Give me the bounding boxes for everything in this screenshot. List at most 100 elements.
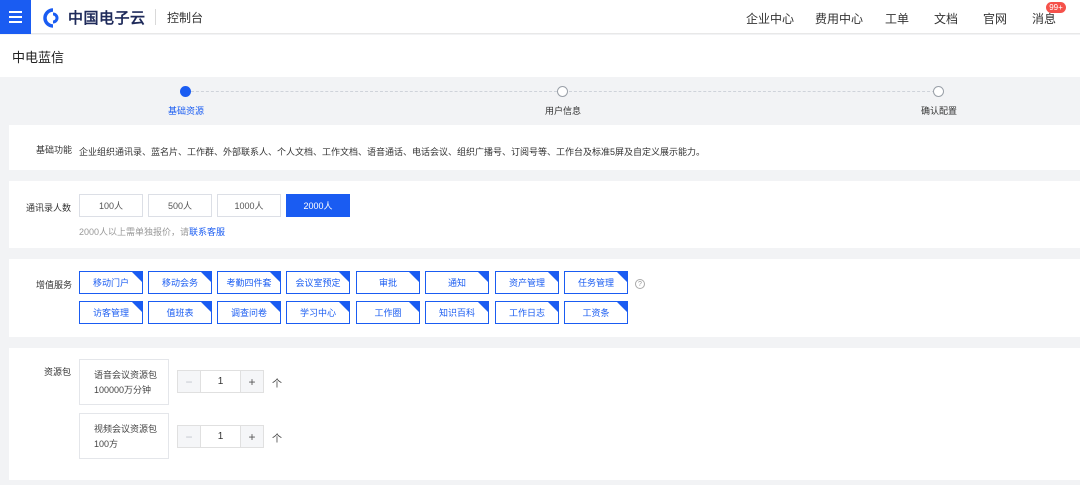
- service-label: 工作圈: [374, 308, 402, 318]
- selected-corner-icon: [617, 302, 627, 312]
- service-learning-center[interactable]: 学习中心: [286, 301, 350, 324]
- service-survey[interactable]: 调查问卷: [217, 301, 281, 324]
- service-notice[interactable]: 通知: [425, 271, 489, 294]
- page-title: 中电蓝信: [12, 50, 65, 65]
- service-attendance[interactable]: 考勤四件套: [217, 271, 281, 294]
- service-label: 审批: [378, 278, 397, 288]
- message-count-badge: 99+: [1046, 2, 1066, 13]
- selected-corner-icon: [339, 302, 349, 312]
- service-mobile-conference[interactable]: 移动会务: [148, 271, 212, 294]
- selected-corner-icon: [409, 302, 419, 312]
- nav-docs[interactable]: 文档: [934, 10, 958, 27]
- contacts-option-500[interactable]: 500人: [148, 194, 212, 217]
- service-label: 学习中心: [299, 308, 336, 318]
- service-label: 调查问卷: [230, 308, 267, 318]
- service-label: 会议室预定: [295, 278, 341, 288]
- service-label: 任务管理: [577, 278, 614, 288]
- logo[interactable]: 中国电子云: [42, 7, 146, 28]
- service-knowledge-base[interactable]: 知识百科: [425, 301, 489, 324]
- unit-label: 个: [272, 434, 282, 445]
- contacts-option-100[interactable]: 100人: [79, 194, 143, 217]
- contacts-section: 通讯录人数 100人 500人 1000人 2000人 2000人以上需单独报价…: [9, 181, 1080, 248]
- decrement-button[interactable]: −: [178, 426, 201, 447]
- selected-corner-icon: [478, 272, 488, 282]
- service-label: 资产管理: [508, 278, 545, 288]
- step-dot-3: [933, 86, 944, 97]
- selected-corner-icon: [270, 272, 280, 282]
- basic-features-section: 基础功能 企业组织通讯录、蓝名片、工作群、外部联系人、个人文档、工作文档、语音通…: [9, 125, 1080, 170]
- top-bar: 中国电子云 控制台 企业中心 费用中心 工单 文档 官网 消息 99+: [0, 0, 1080, 34]
- increment-button[interactable]: +: [240, 426, 263, 447]
- help-icon[interactable]: ?: [635, 279, 645, 289]
- selected-corner-icon: [409, 272, 419, 282]
- services-section: 增值服务 移动门户 移动会务 考勤四件套 会议室预定 审批 通知 资产管理 任务…: [9, 259, 1080, 337]
- services-label: 增值服务: [36, 280, 73, 290]
- resources-label: 资源包: [44, 367, 72, 377]
- service-mobile-portal[interactable]: 移动门户: [79, 271, 143, 294]
- selected-corner-icon: [339, 272, 349, 282]
- selected-corner-icon: [201, 272, 211, 282]
- nav-enterprise-center[interactable]: 企业中心: [746, 10, 794, 27]
- basic-features-text: 企业组织通讯录、蓝名片、工作群、外部联系人、个人文档、工作文档、语音通话、电话会…: [79, 147, 706, 157]
- service-label: 知识百科: [438, 308, 475, 318]
- quantity-input[interactable]: [201, 371, 240, 392]
- selected-corner-icon: [548, 302, 558, 312]
- step-connector: [569, 91, 935, 92]
- selected-corner-icon: [270, 302, 280, 312]
- nav-official-site[interactable]: 官网: [983, 10, 1007, 27]
- service-payslip[interactable]: 工资条: [564, 301, 628, 324]
- step-label-1: 基础资源: [167, 106, 205, 116]
- package-name: 语音会议资源包: [94, 370, 158, 380]
- selected-corner-icon: [548, 272, 558, 282]
- package-size: 100000万分钟: [94, 385, 152, 395]
- service-task-management[interactable]: 任务管理: [564, 271, 628, 294]
- video-package-card: 视频会议资源包 100方: [79, 413, 169, 459]
- increment-button[interactable]: +: [240, 371, 263, 392]
- contacts-hint: 2000人以上需单独报价，请联系客服: [79, 225, 225, 238]
- service-work-circle[interactable]: 工作圈: [356, 301, 420, 324]
- selected-corner-icon: [478, 302, 488, 312]
- service-label: 通知: [447, 278, 466, 288]
- service-work-log[interactable]: 工作日志: [495, 301, 559, 324]
- selected-corner-icon: [132, 272, 142, 282]
- contacts-label: 通讯录人数: [26, 203, 72, 213]
- steps-progress: 基础资源 用户信息 确认配置: [9, 80, 1080, 120]
- console-title[interactable]: 控制台: [167, 9, 203, 26]
- service-label: 工资条: [582, 308, 610, 318]
- step-label-3: 确认配置: [920, 106, 958, 116]
- step-dot-2: [557, 86, 568, 97]
- service-meeting-room[interactable]: 会议室预定: [286, 271, 350, 294]
- service-label: 值班表: [166, 308, 194, 318]
- service-label: 考勤四件套: [226, 278, 272, 288]
- page-title-bar: 中电蓝信: [0, 35, 1080, 77]
- contacts-hint-text: 2000人以上需单独报价，请: [79, 227, 190, 237]
- service-duty-roster[interactable]: 值班表: [148, 301, 212, 324]
- logo-icon: [43, 7, 59, 28]
- selected-corner-icon: [132, 302, 142, 312]
- quantity-stepper: − +: [177, 370, 264, 393]
- service-label: 移动门户: [92, 278, 129, 288]
- step-connector: [191, 91, 557, 92]
- contacts-option-1000[interactable]: 1000人: [217, 194, 281, 217]
- service-approval[interactable]: 审批: [356, 271, 420, 294]
- package-size: 100方: [94, 439, 119, 449]
- basic-features-label: 基础功能: [36, 145, 73, 155]
- selected-corner-icon: [617, 272, 627, 282]
- quantity-input[interactable]: [201, 426, 240, 447]
- step-dot-1: [180, 86, 191, 97]
- nav-billing-center[interactable]: 费用中心: [815, 10, 863, 27]
- logo-text: 中国电子云: [68, 10, 146, 27]
- nav-tickets[interactable]: 工单: [885, 10, 909, 27]
- service-label: 访客管理: [92, 308, 129, 318]
- contacts-option-2000[interactable]: 2000人: [286, 194, 350, 217]
- unit-label: 个: [272, 379, 282, 390]
- quantity-stepper: − +: [177, 425, 264, 448]
- decrement-button[interactable]: −: [178, 371, 201, 392]
- service-visitor-management[interactable]: 访客管理: [79, 301, 143, 324]
- voice-package-card: 语音会议资源包 100000万分钟: [79, 359, 169, 405]
- service-asset-management[interactable]: 资产管理: [495, 271, 559, 294]
- service-label: 移动会务: [161, 278, 198, 288]
- menu-icon[interactable]: [0, 0, 31, 34]
- contact-support-link[interactable]: 联系客服: [189, 227, 225, 237]
- service-label: 工作日志: [508, 308, 545, 318]
